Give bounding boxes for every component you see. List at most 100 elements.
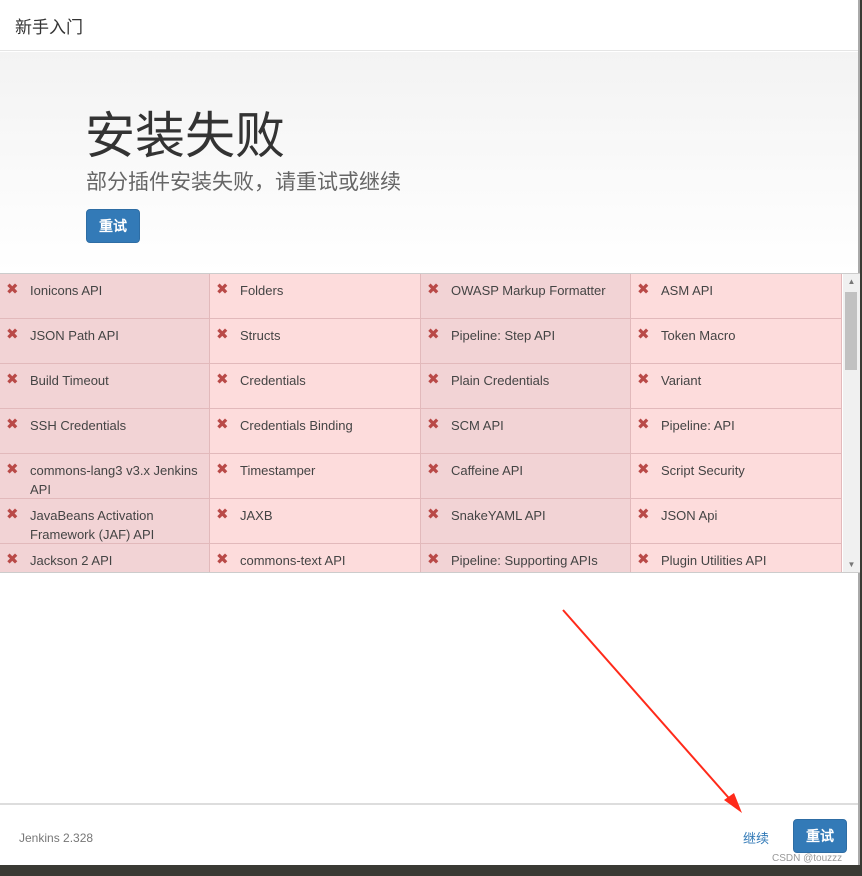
plugin-name: Timestamper bbox=[240, 463, 316, 478]
plugin-name: Jackson 2 API bbox=[30, 553, 113, 568]
fail-x-icon: ✖ bbox=[6, 551, 19, 568]
plugin-name: Script Security bbox=[661, 463, 745, 478]
plugin-item: ✖ OWASP Markup Formatter bbox=[421, 274, 631, 319]
watermark: CSDN @touzzz bbox=[772, 853, 843, 864]
plugin-name: Build Timeout bbox=[30, 373, 109, 388]
fail-x-icon: ✖ bbox=[6, 416, 19, 433]
plugin-item: ✖ SCM API bbox=[421, 409, 631, 454]
plugin-item: ✖ Pipeline: Step API bbox=[421, 319, 631, 364]
fail-x-icon: ✖ bbox=[427, 371, 440, 388]
dialog-footer: Jenkins 2.328 继续 重试 bbox=[0, 803, 858, 867]
fail-x-icon: ✖ bbox=[216, 551, 229, 568]
version-label: Jenkins 2.328 bbox=[19, 831, 94, 845]
fail-x-icon: ✖ bbox=[216, 281, 229, 298]
plugin-name: Plain Credentials bbox=[451, 373, 550, 388]
plugin-name: Folders bbox=[240, 283, 284, 298]
fail-x-icon: ✖ bbox=[427, 281, 440, 298]
plugin-item: ✖ ASM API bbox=[631, 274, 842, 319]
fail-x-icon: ✖ bbox=[216, 506, 229, 523]
plugin-item: ✖ Credentials Binding bbox=[210, 409, 421, 454]
fail-x-icon: ✖ bbox=[216, 461, 229, 478]
plugin-item: ✖ Jackson 2 API bbox=[0, 544, 210, 572]
setup-wizard-dialog: 新手入门 安装失败 部分插件安装失败，请重试或继续 重试 ✖ Ionicons A… bbox=[0, 0, 860, 865]
plugin-item: ✖ Build Timeout bbox=[0, 364, 210, 409]
page-subtitle: 部分插件安装失败，请重试或继续 bbox=[86, 171, 401, 194]
plugin-item: ✖ Token Macro bbox=[631, 319, 842, 364]
fail-x-icon: ✖ bbox=[6, 461, 19, 478]
plugin-item: ✖ Structs bbox=[210, 319, 421, 364]
fail-x-icon: ✖ bbox=[637, 326, 650, 343]
fail-x-icon: ✖ bbox=[637, 281, 650, 298]
plugin-name: commons-text API bbox=[240, 553, 346, 568]
plugin-name: JavaBeans Activation Framework (JAF) API bbox=[30, 508, 155, 542]
scroll-down-icon[interactable]: ▼ bbox=[843, 560, 860, 569]
plugin-name: SCM API bbox=[451, 418, 504, 433]
fail-x-icon: ✖ bbox=[637, 551, 650, 568]
scroll-up-icon[interactable]: ▲ bbox=[843, 277, 860, 286]
plugin-item: ✖ Folders bbox=[210, 274, 421, 319]
plugin-name: Credentials Binding bbox=[240, 418, 353, 433]
plugin-item: ✖ JSON Path API bbox=[0, 319, 210, 364]
plugin-item: ✖ JSON Api bbox=[631, 499, 842, 544]
plugin-item: ✖ commons-lang3 v3.x Jenkins API bbox=[0, 454, 210, 499]
plugin-item: ✖ SnakeYAML API bbox=[421, 499, 631, 544]
plugin-name: Ionicons API bbox=[30, 283, 103, 298]
plugin-name: Variant bbox=[661, 373, 702, 388]
plugin-item: ✖ Pipeline: Supporting APIs bbox=[421, 544, 631, 572]
retry-button[interactable]: 重试 bbox=[86, 209, 140, 243]
plugin-list: ✖ Ionicons API ✖ Folders ✖ OWASP Markup Forma… bbox=[0, 273, 860, 573]
fail-x-icon: ✖ bbox=[6, 281, 19, 298]
fail-x-icon: ✖ bbox=[6, 326, 19, 343]
fail-x-icon: ✖ bbox=[427, 506, 440, 523]
plugin-name: Pipeline: Step API bbox=[451, 328, 556, 343]
plugin-item: ✖ Timestamper bbox=[210, 454, 421, 499]
fail-x-icon: ✖ bbox=[427, 326, 440, 343]
plugin-item: ✖ SSH Credentials bbox=[0, 409, 210, 454]
plugin-item: ✖ Variant bbox=[631, 364, 842, 409]
fail-x-icon: ✖ bbox=[216, 416, 229, 433]
scrollbar[interactable]: ▲ ▼ bbox=[843, 274, 860, 572]
plugin-item: ✖ Script Security bbox=[631, 454, 842, 499]
plugin-item: ✖ commons-text API bbox=[210, 544, 421, 572]
plugin-name: ASM API bbox=[661, 283, 714, 298]
dialog-title: 新手入门 bbox=[15, 17, 83, 37]
fail-x-icon: ✖ bbox=[6, 506, 19, 523]
fail-x-icon: ✖ bbox=[216, 371, 229, 388]
fail-x-icon: ✖ bbox=[6, 371, 19, 388]
fail-x-icon: ✖ bbox=[637, 416, 650, 433]
fail-x-icon: ✖ bbox=[637, 371, 650, 388]
footer-retry-button[interactable]: 重试 bbox=[793, 819, 847, 853]
plugin-grid: ✖ Ionicons API ✖ Folders ✖ OWASP Markup Forma… bbox=[0, 274, 842, 572]
plugin-item: ✖ Caffeine API bbox=[421, 454, 631, 499]
plugin-name: JSON Path API bbox=[30, 328, 119, 343]
fail-x-icon: ✖ bbox=[427, 461, 440, 478]
plugin-name: SSH Credentials bbox=[30, 418, 127, 433]
plugin-name: Pipeline: Supporting APIs bbox=[451, 553, 598, 568]
plugin-name: Token Macro bbox=[661, 328, 736, 343]
continue-link[interactable]: 继续 bbox=[743, 828, 769, 847]
plugin-name: Structs bbox=[240, 328, 281, 343]
plugin-name: commons-lang3 v3.x Jenkins API bbox=[30, 463, 198, 497]
plugin-name: Plugin Utilities API bbox=[661, 553, 767, 568]
fail-x-icon: ✖ bbox=[216, 326, 229, 343]
plugin-item: ✖ JavaBeans Activation Framework (JAF) AP… bbox=[0, 499, 210, 544]
page-title: 安装失败 bbox=[85, 108, 285, 164]
plugin-item: ✖ Ionicons API bbox=[0, 274, 210, 319]
plugin-item: ✖ Credentials bbox=[210, 364, 421, 409]
plugin-name: Credentials bbox=[240, 373, 306, 388]
plugin-name: OWASP Markup Formatter bbox=[451, 283, 606, 298]
fail-x-icon: ✖ bbox=[637, 461, 650, 478]
fail-x-icon: ✖ bbox=[427, 551, 440, 568]
plugin-item: ✖ Plain Credentials bbox=[421, 364, 631, 409]
scrollbar-thumb[interactable] bbox=[845, 292, 857, 370]
plugin-item: ✖ Plugin Utilities API bbox=[631, 544, 842, 572]
plugin-name: Pipeline: API bbox=[661, 418, 735, 433]
plugin-item: ✖ JAXB bbox=[210, 499, 421, 544]
plugin-name: JAXB bbox=[240, 508, 273, 523]
dialog-header: 新手入门 bbox=[0, 0, 858, 51]
plugin-item: ✖ Pipeline: API bbox=[631, 409, 842, 454]
plugin-name: SnakeYAML API bbox=[451, 508, 546, 523]
plugin-name: Caffeine API bbox=[451, 463, 524, 478]
fail-x-icon: ✖ bbox=[427, 416, 440, 433]
plugin-name: JSON Api bbox=[661, 508, 718, 523]
